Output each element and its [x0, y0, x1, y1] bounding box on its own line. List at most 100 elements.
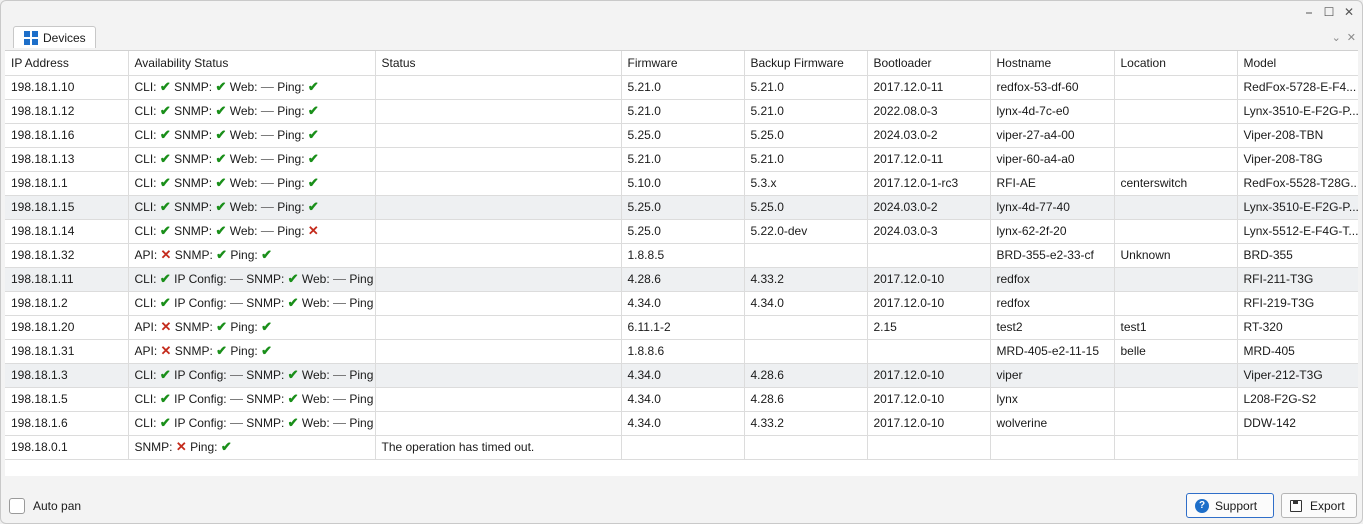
column-header[interactable]: Model — [1237, 51, 1358, 76]
check-icon: ✔ — [261, 319, 272, 334]
tab-devices[interactable]: Devices — [13, 26, 96, 48]
cell-avail: CLI: ✔ IP Config: — SNMP: ✔ Web: — Ping — [128, 267, 376, 292]
cell-bfw: 5.21.0 — [744, 99, 868, 124]
table-row[interactable]: 198.18.0.1 SNMP: ✕ Ping: ✔ The operation … — [5, 435, 1358, 460]
export-button[interactable]: Export — [1281, 493, 1357, 518]
check-icon: ✔ — [159, 199, 171, 214]
table-row[interactable]: 198.18.1.1 CLI: ✔ SNMP: ✔ Web: — Ping: ✔ … — [5, 171, 1358, 196]
column-header[interactable]: IP Address — [5, 51, 129, 76]
cell-ip: 198.18.1.6 — [5, 411, 129, 436]
column-header[interactable]: Bootloader — [867, 51, 991, 76]
cell-model: Lynx-5512-E-F4G-T... — [1237, 219, 1358, 244]
table-header: IP Address Availability Status Status Firmw… — [5, 51, 1358, 76]
cell-host: MRD-405-e2-11-15 — [990, 339, 1115, 364]
availability-label: SNMP: — [174, 104, 213, 118]
availability-label: CLI: — [134, 104, 157, 118]
maximize-button[interactable]: ☐ — [1322, 5, 1336, 19]
window-controls: ⎯ ☐ ✕ — [1302, 5, 1356, 19]
cell-host: lynx-4d-77-40 — [990, 195, 1115, 220]
cell-status — [375, 123, 622, 148]
support-button[interactable]: ? Support — [1186, 493, 1274, 518]
cell-avail: SNMP: ✕ Ping: ✔ — [128, 435, 376, 460]
availability-label: Web: — [229, 176, 258, 190]
column-header[interactable]: Firmware — [621, 51, 745, 76]
cell-boot: 2017.12.0-10 — [867, 363, 991, 388]
cell-fw: 1.8.8.6 — [621, 339, 745, 364]
availability-label: SNMP: — [174, 80, 213, 94]
column-header[interactable]: Status — [375, 51, 622, 76]
availability-label: Web: — [301, 272, 330, 286]
table-row[interactable]: 198.18.1.10 CLI: ✔ SNMP: ✔ Web: — Ping: ✔… — [5, 75, 1358, 100]
availability-label: CLI: — [134, 416, 157, 430]
cell-avail: API: ✕ SNMP: ✔ Ping: ✔ — [128, 243, 376, 268]
table-row[interactable]: 198.18.1.5 CLI: ✔ IP Config: — SNMP: ✔ We… — [5, 387, 1358, 412]
support-label: Support — [1215, 498, 1258, 513]
devices-grid[interactable]: IP Address Availability Status Status Firmw… — [5, 50, 1358, 476]
cell-fw: 4.28.6 — [621, 267, 745, 292]
column-header[interactable]: Availability Status — [128, 51, 376, 76]
cell-loc — [1114, 291, 1238, 316]
dash-icon: — — [260, 151, 274, 166]
cell-avail: CLI: ✔ IP Config: — SNMP: ✔ Web: — Ping — [128, 363, 376, 388]
cell-ip: 198.18.1.13 — [5, 147, 129, 172]
column-header[interactable]: Backup Firmware — [744, 51, 868, 76]
availability-label: Ping — [349, 416, 374, 430]
table-row[interactable]: 198.18.1.11 CLI: ✔ IP Config: — SNMP: ✔ W… — [5, 267, 1358, 292]
cell-host — [990, 435, 1115, 460]
cell-boot — [867, 339, 991, 364]
close-button[interactable]: ✕ — [1342, 5, 1356, 19]
availability-label: Web: — [229, 80, 258, 94]
check-icon: ✔ — [261, 343, 272, 358]
cell-bfw: 5.25.0 — [744, 123, 868, 148]
table-row[interactable]: 198.18.1.31 API: ✕ SNMP: ✔ Ping: ✔ 1.8.8.… — [5, 339, 1358, 364]
cell-bfw: 4.28.6 — [744, 387, 868, 412]
minimize-button[interactable]: ⎯ — [1302, 5, 1316, 19]
availability-label: CLI: — [134, 296, 157, 310]
table-row[interactable]: 198.18.1.12 CLI: ✔ SNMP: ✔ Web: — Ping: ✔… — [5, 99, 1358, 124]
cross-icon: ✕ — [175, 439, 187, 454]
column-header[interactable]: Location — [1114, 51, 1238, 76]
cell-host: viper-60-a4-a0 — [990, 147, 1115, 172]
tab-label: Devices — [43, 30, 86, 45]
table-row[interactable]: 198.18.1.13 CLI: ✔ SNMP: ✔ Web: — Ping: ✔… — [5, 147, 1358, 172]
autopan-checkbox[interactable] — [9, 498, 25, 514]
check-icon: ✔ — [159, 175, 171, 190]
cell-fw: 5.21.0 — [621, 147, 745, 172]
cell-avail: CLI: ✔ SNMP: ✔ Web: — Ping: ✔ — [128, 99, 376, 124]
availability-label: Ping: — [277, 224, 305, 238]
cell-loc: Unknown — [1114, 243, 1238, 268]
table-row[interactable]: 198.18.1.2 CLI: ✔ IP Config: — SNMP: ✔ We… — [5, 291, 1358, 316]
table-row[interactable]: 198.18.1.6 CLI: ✔ IP Config: — SNMP: ✔ We… — [5, 411, 1358, 436]
cell-model: RedFox-5528-T28G... — [1237, 171, 1358, 196]
table-row[interactable]: 198.18.1.20 API: ✕ SNMP: ✔ Ping: ✔ 6.11.1… — [5, 315, 1358, 340]
column-header[interactable]: Hostname — [990, 51, 1115, 76]
table-row[interactable]: 198.18.1.3 CLI: ✔ IP Config: — SNMP: ✔ We… — [5, 363, 1358, 388]
autopan-toggle[interactable]: Auto pan — [9, 498, 81, 514]
table-row[interactable]: 198.18.1.15 CLI: ✔ SNMP: ✔ Web: — Ping: ✔… — [5, 195, 1358, 220]
chevron-down-icon[interactable]: ⌄ — [1332, 31, 1341, 44]
check-icon: ✔ — [287, 367, 299, 382]
devices-window: ⎯ ☐ ✕ Devices ⌄ ✕ IP Address Availability… — [0, 0, 1363, 524]
table-row[interactable]: 198.18.1.14 CLI: ✔ SNMP: ✔ Web: — Ping: ✕… — [5, 219, 1358, 244]
dash-icon: — — [229, 415, 243, 430]
cell-bfw: 4.34.0 — [744, 291, 868, 316]
cell-host: wolverine — [990, 411, 1115, 436]
cell-bfw: 5.21.0 — [744, 75, 868, 100]
availability-label: SNMP: — [246, 296, 285, 310]
check-icon: ✔ — [159, 127, 171, 142]
cell-avail: CLI: ✔ SNMP: ✔ Web: — Ping: ✕ — [128, 219, 376, 244]
dash-icon: — — [260, 199, 274, 214]
availability-label: API: — [134, 344, 158, 358]
close-panel-icon[interactable]: ✕ — [1347, 31, 1356, 44]
check-icon: ✔ — [261, 247, 272, 262]
cell-boot: 2022.08.0-3 — [867, 99, 991, 124]
cell-loc — [1114, 387, 1238, 412]
cell-fw: 4.34.0 — [621, 387, 745, 412]
cell-loc — [1114, 267, 1238, 292]
cell-model: Viper-208-T8G — [1237, 147, 1358, 172]
table-row[interactable]: 198.18.1.16 CLI: ✔ SNMP: ✔ Web: — Ping: ✔… — [5, 123, 1358, 148]
cell-bfw: 4.33.2 — [744, 411, 868, 436]
table-row[interactable]: 198.18.1.32 API: ✕ SNMP: ✔ Ping: ✔ 1.8.8.… — [5, 243, 1358, 268]
save-icon — [1290, 499, 1302, 512]
devices-table: IP Address Availability Status Status Firmw… — [5, 51, 1358, 460]
